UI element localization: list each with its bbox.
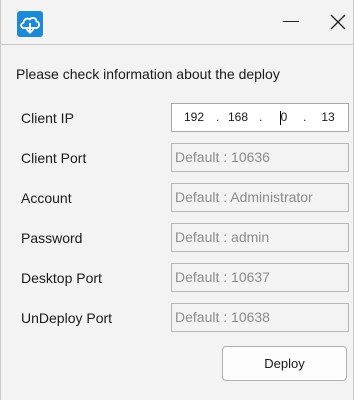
client-port-field[interactable]: Default : 10636 bbox=[171, 143, 349, 172]
undeploy-port-field[interactable]: Default : 10638 bbox=[171, 303, 349, 332]
ip-separator: . bbox=[216, 110, 220, 124]
client-port-label: Client Port bbox=[21, 150, 87, 166]
desktop-port-field[interactable]: Default : 10637 bbox=[171, 263, 349, 292]
account-label: Account bbox=[21, 190, 72, 206]
ip-octet-2[interactable]: 168 bbox=[224, 104, 252, 131]
ip-separator: . bbox=[259, 110, 263, 124]
title-bar bbox=[1, 0, 353, 45]
desktop-port-label: Desktop Port bbox=[21, 270, 102, 286]
ip-separator: . bbox=[303, 110, 307, 124]
deploy-button[interactable]: Deploy bbox=[222, 346, 347, 381]
close-icon bbox=[330, 14, 346, 30]
minimize-button[interactable] bbox=[275, 8, 305, 36]
undeploy-port-label: UnDeploy Port bbox=[21, 310, 113, 326]
deploy-dialog: Please check information about the deplo… bbox=[0, 0, 354, 400]
close-button[interactable] bbox=[323, 8, 353, 36]
dialog-heading: Please check information about the deplo… bbox=[16, 66, 280, 82]
client-ip-label: Client IP bbox=[21, 110, 74, 126]
ip-octet-3[interactable]: 0 bbox=[276, 104, 292, 131]
ip-octet-1[interactable]: 192 bbox=[180, 104, 208, 131]
account-field[interactable]: Default : Administrator bbox=[171, 183, 349, 212]
ip-octet-4[interactable]: 13 bbox=[314, 104, 342, 131]
client-ip-field[interactable]: 192 . 168 . 0 . 13 bbox=[171, 103, 349, 132]
cloud-download-icon bbox=[17, 11, 43, 37]
password-label: Password bbox=[21, 230, 83, 246]
password-field[interactable]: Default : admin bbox=[171, 223, 349, 252]
